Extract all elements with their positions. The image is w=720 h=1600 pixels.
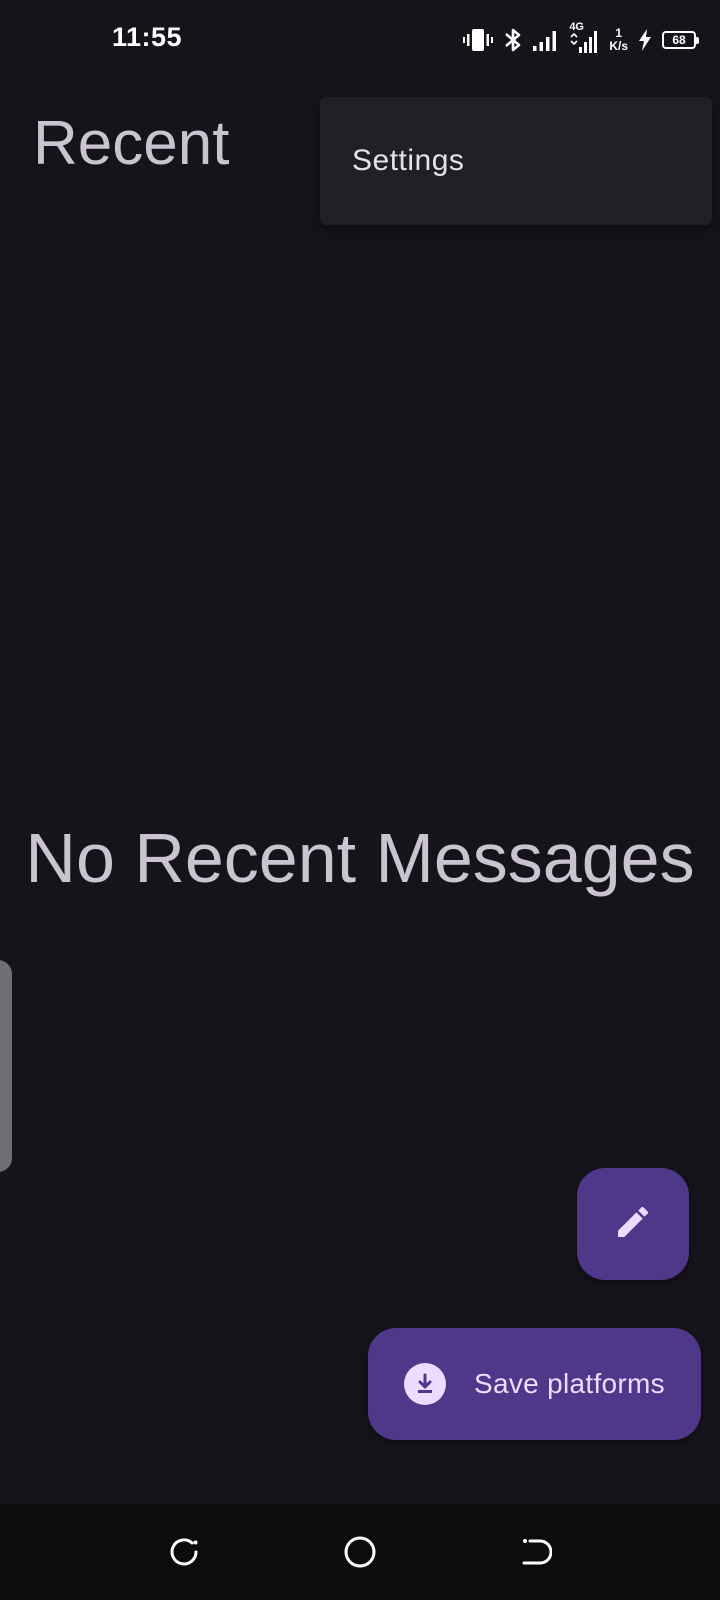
status-time: 11:55: [112, 22, 183, 52]
charging-icon: [638, 29, 652, 51]
net-speed: 1 K/s: [609, 27, 628, 53]
signal-4g-icon: 4G: [569, 21, 599, 55]
page-title: Recent: [33, 109, 230, 178]
back-button[interactable]: [516, 1534, 556, 1574]
pencil-icon: [613, 1202, 653, 1247]
save-platforms-label: Save platforms: [474, 1368, 665, 1399]
download-icon: [404, 1363, 446, 1405]
bluetooth-icon: [503, 26, 523, 54]
status-bar: 11:55 4G 1 K/s 68: [0, 0, 720, 84]
empty-state-message: No Recent Messages: [25, 819, 695, 897]
overflow-menu: Settings: [320, 97, 712, 225]
vibrate-icon: [463, 27, 494, 53]
save-platforms-button[interactable]: Save platforms: [368, 1328, 701, 1440]
back-icon: [520, 1536, 553, 1573]
battery-level: 68: [672, 33, 686, 47]
recents-button[interactable]: [164, 1534, 204, 1574]
edge-panel-handle[interactable]: [0, 960, 12, 1172]
home-icon: [343, 1535, 377, 1574]
status-icons: 4G 1 K/s 68: [463, 21, 699, 58]
compose-button[interactable]: [577, 1168, 689, 1280]
home-button[interactable]: [340, 1534, 380, 1574]
app-screen: 11:55 4G 1 K/s 68 Recent Settings No Rec…: [0, 0, 720, 1600]
recents-icon: [168, 1536, 200, 1573]
signal-icon: [533, 28, 559, 52]
navigation-bar: [0, 1504, 720, 1600]
net-speed-unit: K/s: [609, 39, 628, 53]
battery-icon: 68: [662, 31, 699, 49]
menu-item-settings[interactable]: Settings: [320, 97, 712, 225]
